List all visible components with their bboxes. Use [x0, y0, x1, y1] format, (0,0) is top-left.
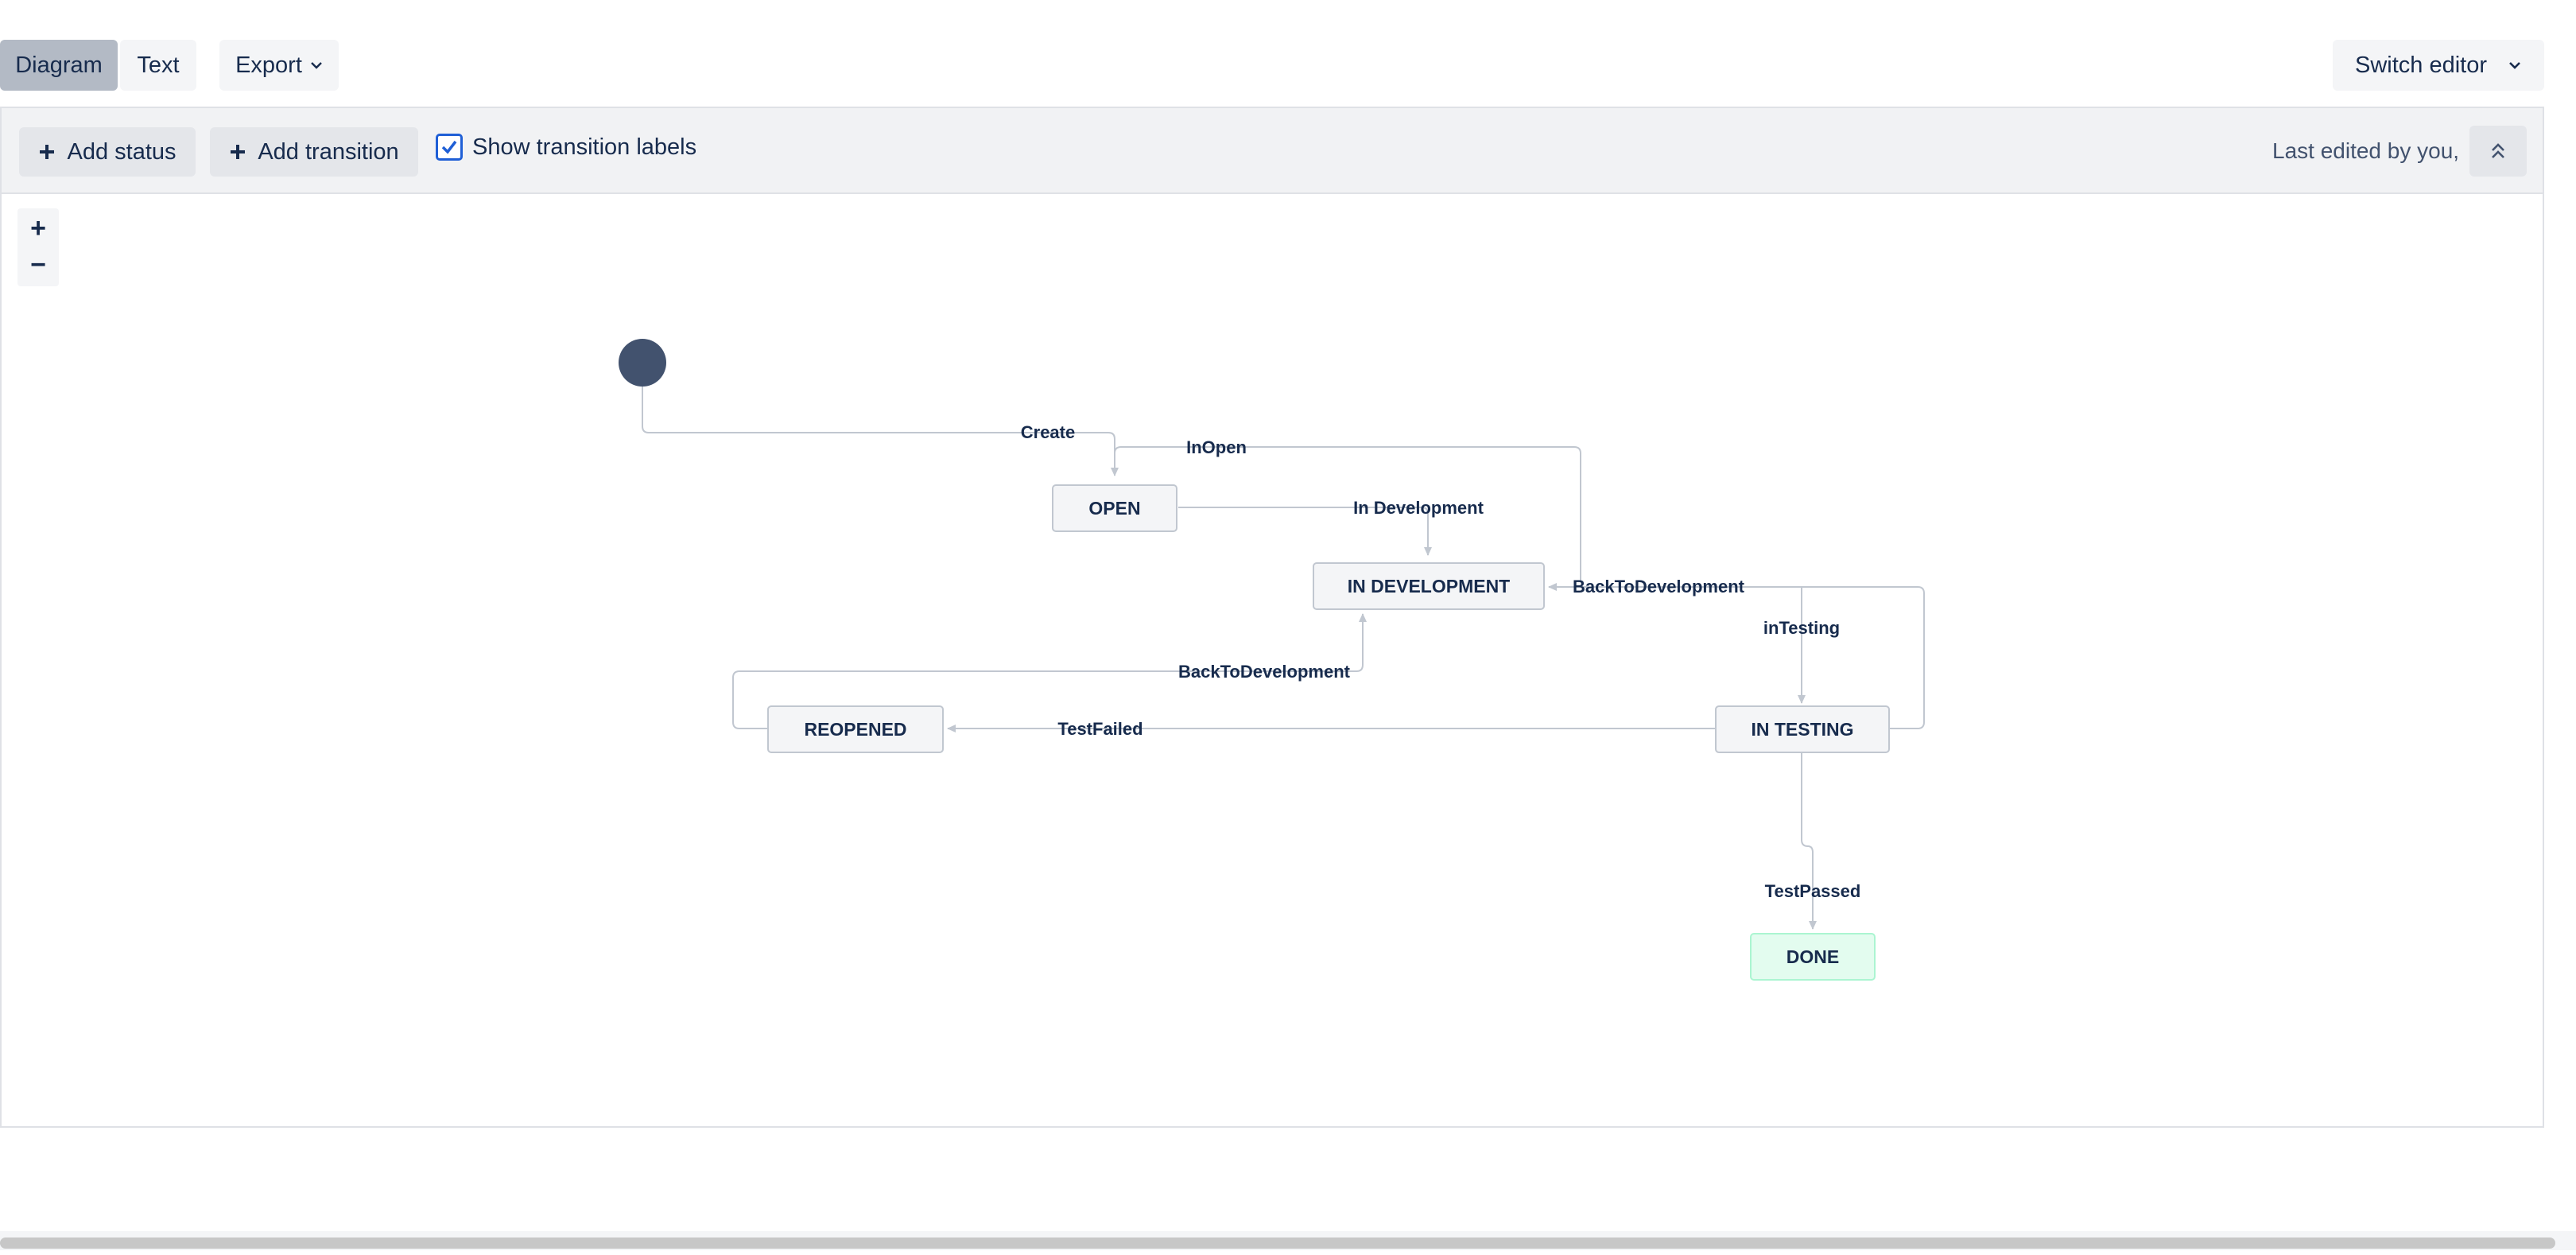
label-in-development[interactable]: In Development: [1353, 498, 1484, 518]
label-back-to-development-testing[interactable]: BackToDevelopment: [1573, 577, 1745, 596]
status-in-development[interactable]: IN DEVELOPMENT: [1313, 562, 1545, 610]
label-test-failed[interactable]: TestFailed: [1057, 719, 1143, 739]
status-reopened-label: REOPENED: [804, 719, 906, 740]
status-in-testing[interactable]: IN TESTING: [1715, 705, 1890, 753]
edge-test-passed[interactable]: [1801, 752, 1817, 930]
horizontal-scrollbar-thumb[interactable]: [0, 1238, 2555, 1249]
label-in-open[interactable]: InOpen: [1186, 437, 1247, 457]
status-done-label: DONE: [1787, 946, 1839, 967]
label-back-to-development-reopened[interactable]: BackToDevelopment: [1178, 662, 1351, 682]
status-open[interactable]: OPEN: [1052, 484, 1177, 532]
edge-in-open[interactable]: [1114, 446, 1581, 581]
status-done[interactable]: DONE: [1750, 933, 1876, 981]
status-reopened[interactable]: REOPENED: [767, 705, 944, 753]
start-node[interactable]: [619, 339, 666, 387]
status-in-development-label: IN DEVELOPMENT: [1348, 576, 1510, 596]
label-test-passed[interactable]: TestPassed: [1765, 881, 1861, 901]
workflow-diagram: Create InOpen In Development BackToDevel…: [619, 339, 1925, 981]
status-in-testing-label: IN TESTING: [1751, 719, 1853, 740]
label-create[interactable]: Create: [1021, 422, 1075, 442]
label-in-testing[interactable]: inTesting: [1763, 618, 1840, 638]
status-open-label: OPEN: [1088, 498, 1140, 519]
